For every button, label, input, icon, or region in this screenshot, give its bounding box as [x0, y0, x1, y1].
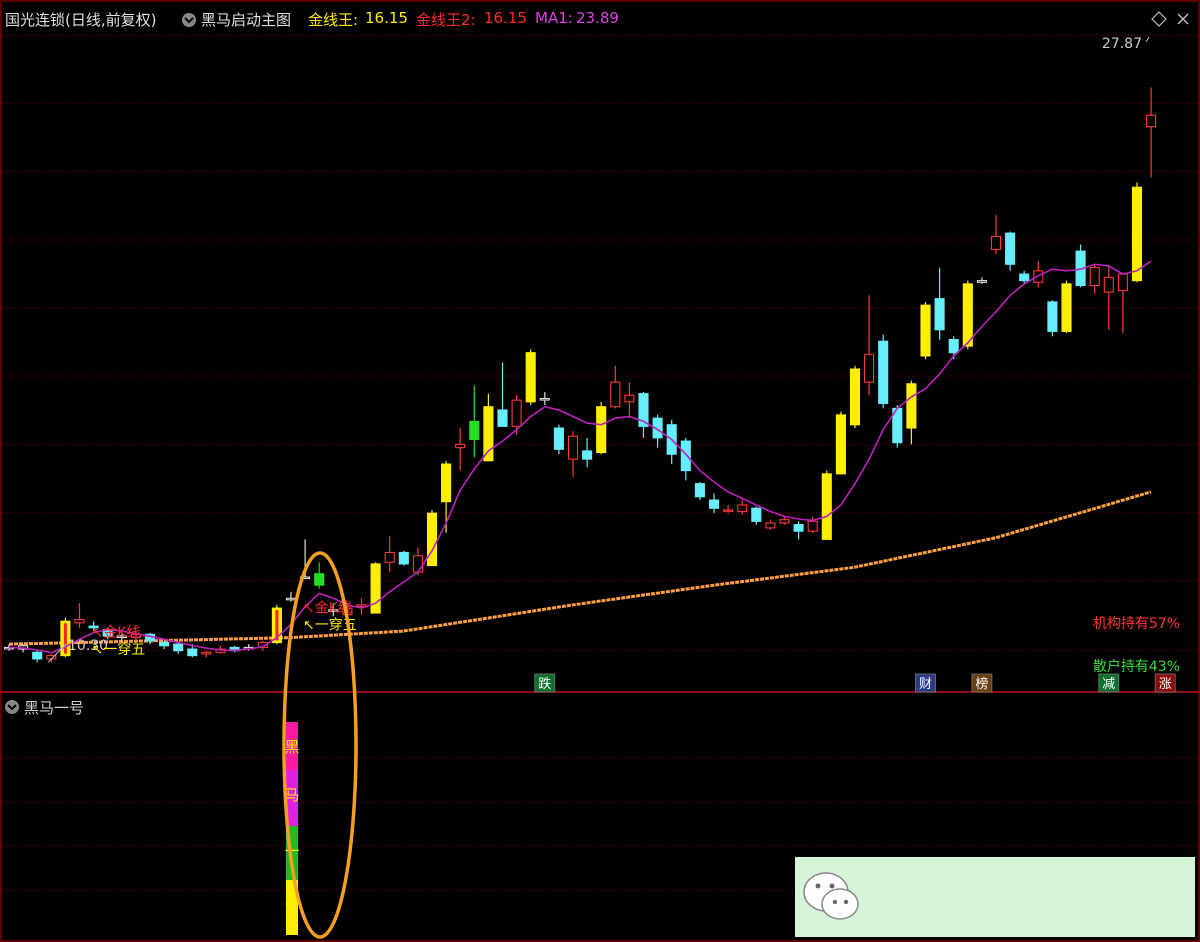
candle-body	[497, 409, 508, 427]
candle-body	[455, 443, 466, 449]
indicator-title: 黑马启动主图	[201, 11, 292, 29]
sub-panel-title: 黑马一号	[24, 699, 85, 717]
candle-body	[1146, 114, 1157, 128]
jxw-label: 金线王:	[308, 11, 359, 29]
signal-label: ↖金K线	[92, 625, 141, 641]
candle-body	[821, 473, 832, 540]
candle-body	[920, 304, 931, 357]
candle-body	[1117, 273, 1128, 292]
ma-line	[8, 260, 1152, 654]
candle-body	[582, 450, 593, 460]
candle-body	[596, 406, 607, 454]
candle-body	[737, 504, 748, 513]
candle-body	[412, 555, 423, 573]
candle-body	[469, 420, 480, 441]
candle-body	[835, 414, 846, 475]
candle-body	[553, 427, 564, 450]
candle-body	[878, 340, 889, 404]
candle-body	[173, 643, 184, 652]
candle-body	[849, 368, 861, 426]
candle-body	[962, 283, 973, 347]
candle-body	[906, 383, 917, 429]
candle-body	[976, 280, 987, 283]
candle-body	[1089, 266, 1100, 287]
candle-body	[624, 394, 635, 403]
candle-body	[1131, 186, 1143, 282]
chevron-down-icon[interactable]	[181, 12, 197, 28]
candle-body	[426, 512, 438, 567]
candle-body	[807, 520, 818, 532]
holding-label: 散户持有43%	[1093, 658, 1180, 675]
ma1-label: MA1:	[535, 9, 573, 27]
candle-body	[159, 641, 170, 647]
candle-body	[948, 339, 959, 354]
candle-body	[765, 522, 776, 529]
candle-body	[567, 435, 579, 460]
candle-body	[1061, 283, 1072, 332]
candle-body	[723, 509, 734, 512]
event-flag-text: 榜	[975, 676, 988, 692]
candle-body	[1047, 301, 1058, 332]
candle-body	[1005, 232, 1016, 265]
signal-label: ↖一穿五	[92, 642, 146, 658]
stock-title: 国光连锁(日线,前复权)	[5, 11, 157, 29]
arrow-line	[1145, 36, 1150, 43]
close-icon[interactable]	[1175, 11, 1191, 27]
jxw2-label: 金线王2:	[416, 11, 476, 29]
jxw2-value: 16.15	[484, 9, 527, 27]
candle-body	[441, 463, 452, 503]
candle-body	[370, 563, 381, 614]
candle-body	[1019, 273, 1030, 282]
event-flag-text: 减	[1102, 677, 1115, 692]
candle-body	[1103, 276, 1114, 293]
candle-body	[779, 519, 790, 524]
ma1-value: 23.89	[576, 9, 619, 27]
candle-body	[483, 406, 494, 462]
candle-body	[511, 399, 522, 427]
candle-body	[990, 235, 1002, 251]
candle-body	[708, 499, 720, 509]
candle-body	[934, 298, 945, 331]
candle-body	[201, 651, 212, 655]
candle-body	[751, 507, 762, 522]
candle-body	[32, 651, 43, 660]
candlestick-chart[interactable]: 27.8710.30↖金K线↖一穿五↖金K线↖一穿五 机构持有57%散户持有43%…	[0, 0, 1200, 942]
jxw-value: 16.15	[365, 9, 408, 27]
high-price-label: 27.87	[1102, 36, 1142, 52]
diamond-icon[interactable]	[1151, 11, 1167, 27]
candle-body	[384, 551, 395, 563]
candle-body	[694, 483, 705, 498]
candle-body	[74, 619, 85, 624]
candle-body	[187, 648, 198, 657]
holding-label: 机构持有57%	[1093, 616, 1180, 632]
candle-body	[793, 524, 804, 532]
event-flag-text: 跌	[538, 676, 551, 692]
candle-body	[525, 352, 536, 403]
chart-stage: 27.87 10.30 ↖金K线 ↖一穿五 ↖金K线 ↖一穿五 机构持有57% 散户持有43%…	[0, 0, 1200, 942]
candle-body	[285, 597, 297, 601]
long-ma-line	[8, 490, 1152, 646]
candle-body	[610, 381, 621, 408]
candle-body	[680, 440, 691, 472]
candle-body	[314, 573, 325, 586]
candle-body	[864, 353, 875, 383]
chart-frame	[0, 0, 1200, 942]
chevron-down-icon[interactable]	[4, 699, 20, 715]
candle-body	[539, 397, 550, 401]
wechat-icon	[803, 872, 859, 920]
event-flag-text: 财	[919, 677, 932, 692]
candle-body	[398, 551, 409, 565]
event-flag-text: 涨	[1159, 677, 1172, 692]
signal-bar-char: 黑	[284, 738, 299, 756]
